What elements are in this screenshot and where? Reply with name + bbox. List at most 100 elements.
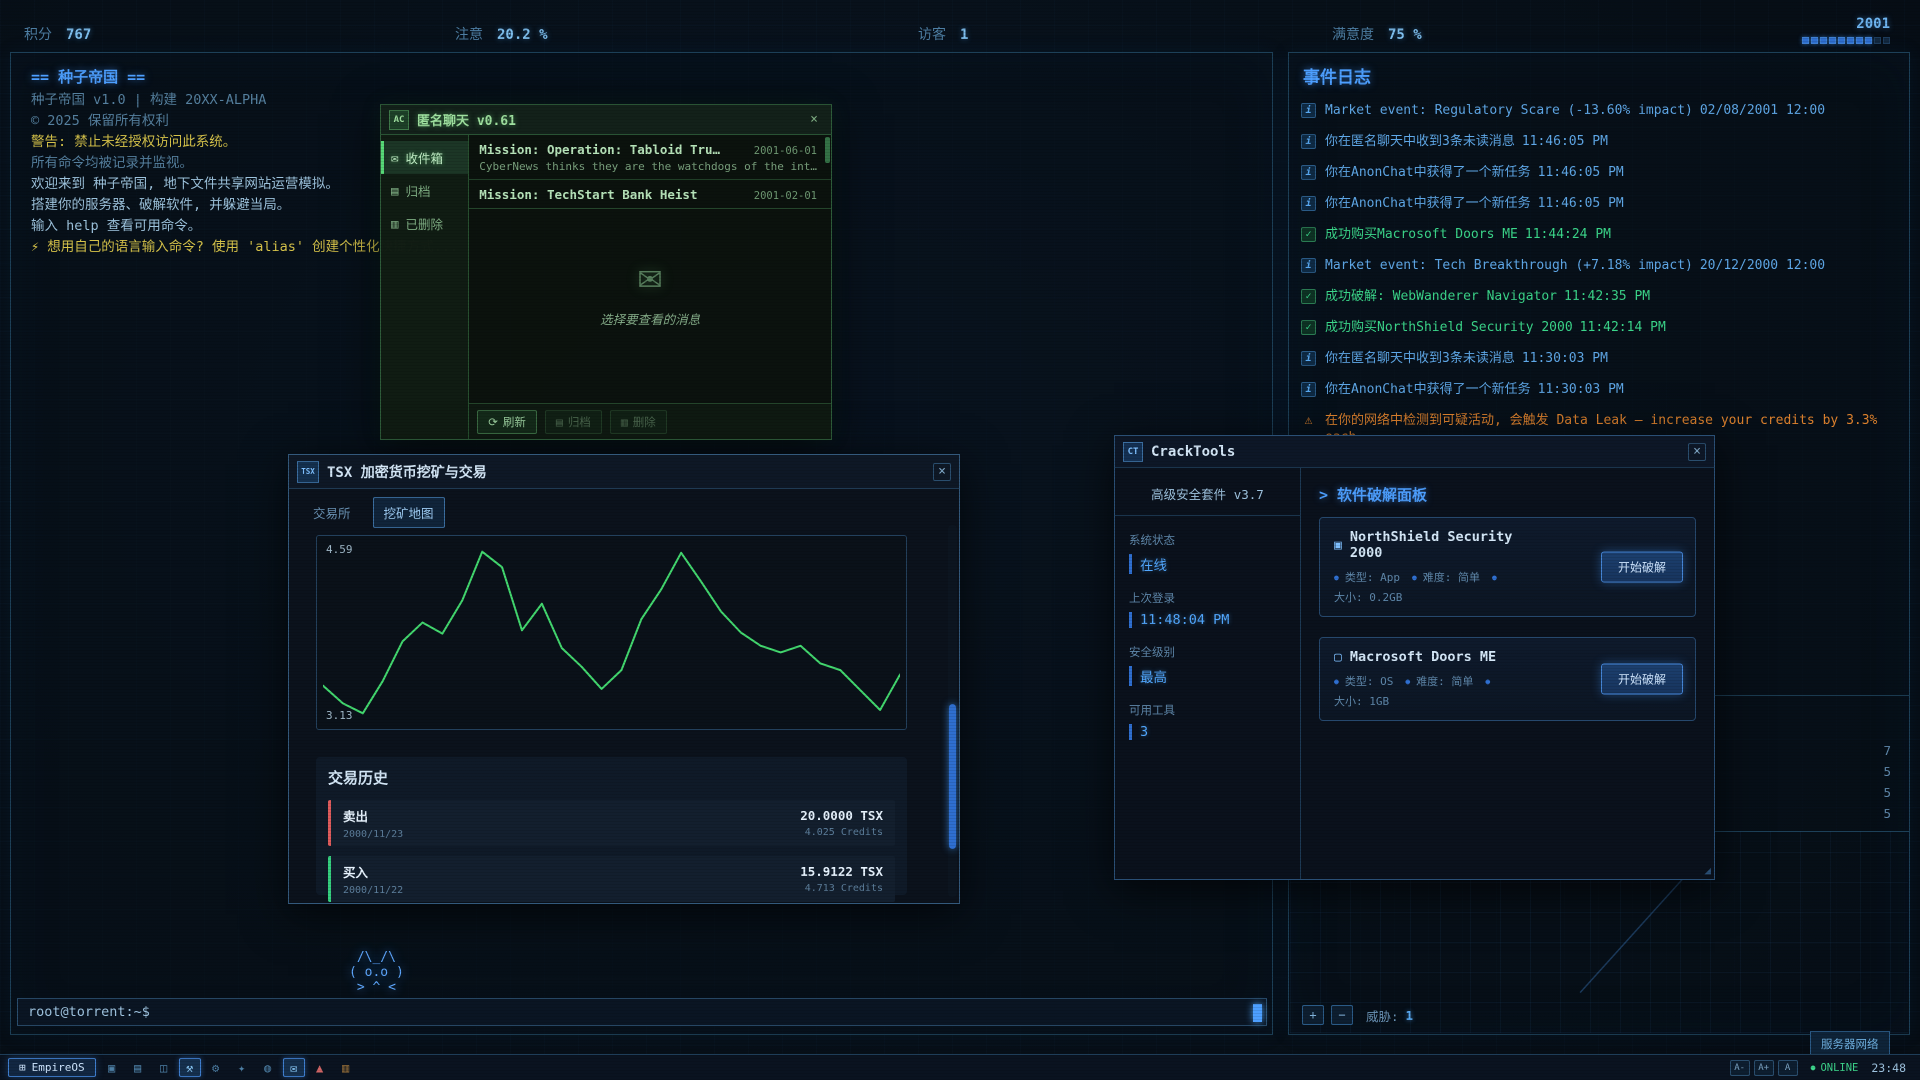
mining-icon[interactable]: ▲ xyxy=(309,1058,331,1077)
chat-folder-item[interactable]: ▥已删除 xyxy=(381,207,468,240)
删除-button: ▥删除 xyxy=(610,410,667,434)
cracktools-titlebar[interactable]: CT CrackTools × xyxy=(1115,436,1714,468)
year-display: 2001 xyxy=(1802,16,1890,44)
success-icon: ✓ xyxy=(1301,320,1316,335)
trade-left: 卖出2000/11/23 xyxy=(343,806,403,840)
trade-side-label: 买入 xyxy=(343,862,403,881)
info-icon: i xyxy=(1301,351,1316,366)
trade-amount: 20.0000 TSX xyxy=(800,808,883,823)
trade-row[interactable]: 卖出2000/11/23 20.0000 TSX 4.025 Credits xyxy=(328,800,895,846)
close-icon[interactable]: × xyxy=(805,111,823,129)
start-menu-icon: ⊞ xyxy=(19,1061,26,1074)
tsx-titlebar[interactable]: TSX TSX 加密货币挖矿与交易 × xyxy=(289,455,959,489)
button-icon: ⟳ xyxy=(488,415,498,429)
start-menu-button[interactable]: ⊞ EmpireOS xyxy=(8,1058,96,1077)
font-size-button[interactable]: A- xyxy=(1730,1060,1750,1076)
resize-handle-icon[interactable]: ◢ xyxy=(1704,864,1711,877)
top-stat-label: 访客 xyxy=(918,27,946,43)
tab-exchange[interactable]: 交易所 xyxy=(303,498,361,527)
year-progress-square xyxy=(1865,37,1872,44)
anonchat-body: ✉收件箱▤归档▥已删除 Mission: Operation: Tabloid … xyxy=(381,135,831,439)
files-icon[interactable]: ▤ xyxy=(127,1058,149,1077)
event-timestamp: 11:30:03 PM xyxy=(1522,350,1608,367)
event-log-entry: ✓成功购买Macrosoft Doors ME11:44:24 PM xyxy=(1301,223,1901,254)
font-size-button[interactable]: A+ xyxy=(1754,1060,1774,1076)
anonchat-titlebar[interactable]: AC 匿名聊天 v0.61 × xyxy=(381,105,831,135)
year-progress xyxy=(1802,37,1890,44)
tools-icon[interactable]: ⚒ xyxy=(179,1058,201,1077)
meta-value: 大小: 1GB xyxy=(1334,693,1389,709)
success-icon: ✓ xyxy=(1301,289,1316,304)
success-icon: ✓ xyxy=(1301,227,1316,242)
trade-date: 2000/11/22 xyxy=(343,885,403,896)
trade-row[interactable]: 买入2000/11/2215.9122 TSX4.713 Credits xyxy=(328,856,895,902)
scrollbar-track[interactable] xyxy=(948,525,957,897)
crack-target-name: ▣NorthShield Security 2000 xyxy=(1334,529,1545,561)
chat-folder-inbox-active[interactable]: ✉收件箱 xyxy=(381,141,468,174)
system-stat: 安全级别最高 xyxy=(1129,644,1286,686)
top-stat: 注意20.2 % xyxy=(455,24,548,44)
terminal-icon[interactable]: ▣ xyxy=(101,1058,123,1077)
cat-ascii-art: /\_/\ ( o.o ) > ^ < xyxy=(349,950,404,995)
year-progress-square xyxy=(1820,37,1827,44)
close-icon[interactable]: × xyxy=(1688,443,1706,461)
game-desktop: 积分767注意20.2 %访客1满意度75 % 2001 == 种子帝国 ==种… xyxy=(0,0,1920,1080)
folder-icon[interactable]: ▥ xyxy=(335,1058,357,1077)
top-stat: 访客1 xyxy=(918,24,968,44)
font-size-button[interactable]: A xyxy=(1778,1060,1798,1076)
system-stat: 上次登录11:48:04 PM xyxy=(1129,590,1286,628)
info-icon: i xyxy=(1301,165,1316,180)
folder-label: 收件箱 xyxy=(406,148,444,167)
network-icon[interactable]: ◍ xyxy=(257,1058,279,1077)
anonchat-title: 匿名聊天 v0.61 xyxy=(417,110,516,129)
tab-mining-map[interactable]: 挖矿地图 xyxy=(373,497,445,528)
bullet-icon: ● xyxy=(1334,677,1339,686)
font-size-controls: A-A+A xyxy=(1730,1060,1798,1076)
scrollbar-thumb[interactable] xyxy=(949,704,956,849)
event-text: 你在AnonChat中获得了一个新任务 xyxy=(1325,164,1531,181)
cracktools-window: CT CrackTools × 高级安全套件 v3.7 系统状态在线上次登录11… xyxy=(1114,435,1715,880)
trade-amount: 15.9122 TSX xyxy=(800,864,883,879)
zoom-out-button[interactable]: − xyxy=(1331,1005,1353,1025)
event-timestamp: 11:46:05 PM xyxy=(1538,195,1624,212)
top-stat-value: 75 % xyxy=(1388,27,1422,43)
message-title: Mission: Operation: Tabloid Tru… xyxy=(479,142,720,157)
server-stats-mini: 7555 xyxy=(1883,743,1891,827)
terminal-input[interactable]: root@torrent:~$ xyxy=(17,998,1267,1026)
folder-icon: ▥ xyxy=(391,216,399,231)
cracktools-sidebar: 高级安全套件 v3.7 系统状态在线上次登录11:48:04 PM安全级别最高可… xyxy=(1115,468,1301,879)
event-timestamp: 11:46:05 PM xyxy=(1538,164,1624,181)
server-stat-value: 5 xyxy=(1883,806,1891,827)
tsx-app-icon: TSX xyxy=(297,461,319,483)
event-log-entry: i你在AnonChat中获得了一个新任务11:30:03 PM xyxy=(1301,378,1901,409)
meta-value: 类型: App xyxy=(1345,569,1400,585)
year-progress-square xyxy=(1883,37,1890,44)
anonchat-empty-state: ✉ 选择要查看的消息 xyxy=(469,253,831,328)
crack-start-button[interactable]: 开始破解 xyxy=(1601,552,1683,583)
settings-icon[interactable]: ✦ xyxy=(231,1058,253,1077)
event-timestamp: 11:42:35 PM xyxy=(1564,288,1650,305)
event-text: 你在AnonChat中获得了一个新任务 xyxy=(1325,381,1531,398)
anonchat-app-icon: AC xyxy=(389,110,409,130)
build-icon[interactable]: ⚙ xyxy=(205,1058,227,1077)
taskbar-app-icons: ▣▤◫⚒⚙✦◍✉▲▥ xyxy=(101,1058,357,1077)
zoom-in-button[interactable]: + xyxy=(1302,1005,1324,1025)
crack-start-button[interactable]: 开始破解 xyxy=(1601,664,1683,695)
bullet-icon: ● xyxy=(1492,573,1497,582)
trade-credits: 4.025 Credits xyxy=(800,827,883,838)
storage-icon[interactable]: ◫ xyxy=(153,1058,175,1077)
message-item[interactable]: Mission: TechStart Bank Heist2001-02-01 xyxy=(469,180,831,209)
chat-icon[interactable]: ✉ xyxy=(283,1058,305,1077)
crack-target-card: ▢Macrosoft Doors ME●类型: OS●难度: 简单●大小: 1G… xyxy=(1319,637,1696,721)
stat-label: 系统状态 xyxy=(1129,532,1286,548)
刷新-button[interactable]: ⟳刷新 xyxy=(477,410,537,434)
chat-folder-item[interactable]: ▤归档 xyxy=(381,174,468,207)
crack-target-list: ▣NorthShield Security 2000●类型: App●难度: 简… xyxy=(1301,517,1714,721)
info-icon: i xyxy=(1301,258,1316,273)
event-text: Market event: Tech Breakthrough (+7.18% … xyxy=(1325,257,1693,274)
system-stat: 系统状态在线 xyxy=(1129,532,1286,574)
message-item[interactable]: Mission: Operation: Tabloid Tru…2001-06-… xyxy=(469,135,831,180)
close-icon[interactable]: × xyxy=(933,463,951,481)
scrollbar-thumb[interactable] xyxy=(825,137,830,163)
cracktools-main: > 软件破解面板 ▣NorthShield Security 2000●类型: … xyxy=(1301,468,1714,879)
